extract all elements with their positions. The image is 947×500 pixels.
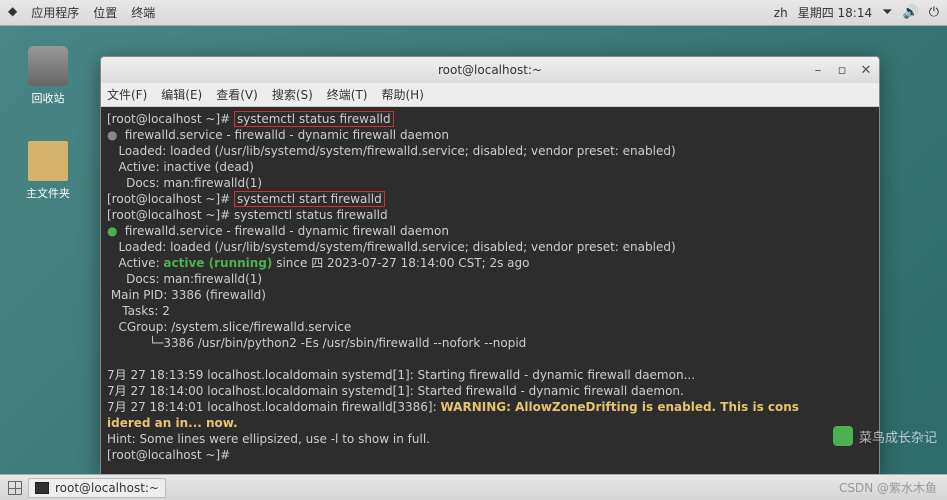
menu-search[interactable]: 搜索(S) [272, 86, 313, 103]
prompt: [root@localhost ~]# [107, 448, 234, 462]
watermark-text: 菜鸟成长杂记 [859, 427, 937, 446]
home-label: 主文件夹 [18, 185, 78, 201]
volume-icon[interactable]: 🔊 [903, 5, 919, 20]
loaded-line: Loaded: loaded (/usr/lib/systemd/system/… [107, 144, 676, 158]
status-dot-icon: ● [107, 224, 117, 238]
home-folder-icon[interactable]: 主文件夹 [18, 141, 78, 201]
highlighted-command: systemctl status firewalld [234, 111, 394, 127]
service-line: firewalld.service - firewalld - dynamic … [125, 224, 449, 238]
places-menu[interactable]: 位置 [93, 4, 117, 21]
close-button[interactable]: ✕ [859, 63, 873, 77]
cgroup-child: └─3386 /usr/bin/python2 -Es /usr/sbin/fi… [107, 336, 526, 350]
service-line: firewalld.service - firewalld - dynamic … [125, 128, 449, 142]
docs-line: Docs: man:firewalld(1) [107, 272, 262, 286]
docs-line: Docs: man:firewalld(1) [107, 176, 262, 190]
log-prefix: 7月 27 18:14:01 localhost.localdomain fir… [107, 400, 440, 414]
terminal-icon [35, 482, 49, 494]
menubar: 文件(F) 编辑(E) 查看(V) 搜索(S) 终端(T) 帮助(H) [101, 83, 879, 107]
cgroup-line: CGroup: /system.slice/firewalld.service [107, 320, 351, 334]
warning-cont: idered an in... now. [107, 416, 238, 430]
hint-line: Hint: Some lines were ellipsized, use -l… [107, 432, 430, 446]
clock[interactable]: 星期四 18:14 [798, 4, 872, 21]
prompt: [root@localhost ~]# [107, 112, 234, 126]
terminal-menu[interactable]: 终端 [131, 4, 155, 21]
trash-label: 回收站 [18, 90, 78, 106]
prompt: [root@localhost ~]# [107, 208, 234, 222]
menu-file[interactable]: 文件(F) [107, 86, 147, 103]
terminal-output[interactable]: [root@localhost ~]# systemctl status fir… [101, 107, 879, 475]
log-line: 7月 27 18:13:59 localhost.localdomain sys… [107, 368, 695, 382]
apps-menu[interactable]: 应用程序 [31, 4, 79, 21]
taskbar-label: root@localhost:~ [55, 481, 159, 495]
menu-terminal[interactable]: 终端(T) [327, 86, 368, 103]
minimize-button[interactable]: – [811, 63, 825, 77]
mainpid-line: Main PID: 3386 (firewalld) [107, 288, 266, 302]
menu-view[interactable]: 查看(V) [216, 86, 258, 103]
top-panel: ◆ 应用程序 位置 终端 zh 星期四 18:14 ⏷ 🔊 ⏻ [0, 0, 947, 26]
tasks-line: Tasks: 2 [107, 304, 170, 318]
workspace-switcher-icon[interactable] [8, 481, 22, 495]
power-icon[interactable]: ⏻ [929, 5, 939, 20]
log-line: 7月 27 18:14:00 localhost.localdomain sys… [107, 384, 684, 398]
active-running: active (running) [163, 256, 272, 270]
loaded-line: Loaded: loaded (/usr/lib/systemd/system/… [107, 240, 676, 254]
wechat-icon [833, 426, 853, 446]
gnome-logo: ◆ [8, 4, 17, 21]
network-icon[interactable]: ⏷ [882, 5, 892, 20]
active-label: Active: [107, 256, 163, 270]
menu-help[interactable]: 帮助(H) [382, 86, 424, 103]
trash-icon[interactable]: 回收站 [18, 46, 78, 106]
taskbar-item-terminal[interactable]: root@localhost:~ [28, 478, 166, 498]
active-since: since 四 2023-07-27 18:14:00 CST; 2s ago [272, 256, 529, 270]
prompt: [root@localhost ~]# [107, 192, 234, 206]
command: systemctl status firewalld [234, 208, 388, 222]
status-dot-icon: ● [107, 128, 117, 142]
csdn-watermark: CSDN @紫水木鱼 [839, 479, 937, 496]
window-title: root@localhost:~ [438, 63, 542, 77]
bottom-panel: root@localhost:~ CSDN @紫水木鱼 [0, 474, 947, 500]
watermark: 菜鸟成长杂记 [833, 426, 937, 446]
trash-image [28, 46, 68, 86]
warning-text: WARNING: AllowZoneDrifting is enabled. T… [440, 400, 798, 414]
terminal-window: root@localhost:~ – ▫ ✕ 文件(F) 编辑(E) 查看(V)… [100, 56, 880, 476]
maximize-button[interactable]: ▫ [835, 63, 849, 77]
active-line: Active: inactive (dead) [107, 160, 254, 174]
desktop: 回收站 主文件夹 root@localhost:~ – ▫ ✕ 文件(F) 编辑… [0, 26, 947, 474]
lang-indicator[interactable]: zh [774, 6, 788, 20]
folder-image [28, 141, 68, 181]
menu-edit[interactable]: 编辑(E) [161, 86, 202, 103]
titlebar[interactable]: root@localhost:~ – ▫ ✕ [101, 57, 879, 83]
highlighted-command: systemctl start firewalld [234, 191, 385, 207]
